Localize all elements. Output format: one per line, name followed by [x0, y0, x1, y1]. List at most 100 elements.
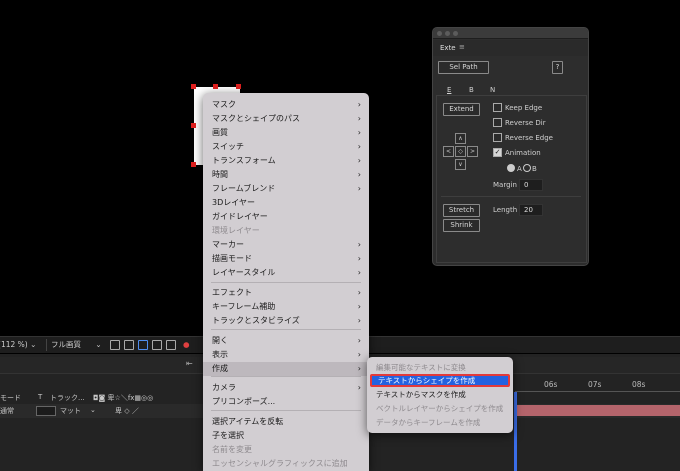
menu-item[interactable]: 開く ›: [203, 334, 369, 348]
resolution-dropdown[interactable]: フル画質 ⌄: [46, 339, 102, 351]
chevron-right-icon: ›: [357, 156, 361, 165]
chevron-down-icon: ⌄: [90, 406, 96, 414]
menu-item-label: 環境レイヤー: [212, 226, 260, 235]
shrink-button[interactable]: Shrink: [443, 219, 480, 232]
tab-n[interactable]: N: [490, 86, 495, 94]
arrow-right-button[interactable]: >: [467, 146, 478, 157]
help-button[interactable]: ?: [552, 61, 563, 74]
menu-item[interactable]: エフェクト ›: [203, 286, 369, 300]
menu-item[interactable]: ガイドレイヤー: [203, 210, 369, 224]
menu-item-label: 画質: [212, 128, 228, 137]
chevron-right-icon: ›: [357, 184, 361, 193]
transform-handle[interactable]: [236, 84, 241, 89]
menu-item[interactable]: レイヤースタイル ›: [203, 266, 369, 280]
mask-visibility-icon[interactable]: [138, 340, 148, 350]
menu-item[interactable]: プリコンポーズ...: [203, 395, 369, 409]
menu-item[interactable]: フレームブレンド ›: [203, 182, 369, 196]
create-submenu: 編集可能なテキストに変換 テキストからシェイプを作成 テキストからマスクを作成 ベクト…: [367, 357, 513, 433]
center-button[interactable]: ◇: [455, 146, 466, 157]
menu-item[interactable]: 選択アイテムを反転: [203, 415, 369, 429]
reverse-edge-checkbox[interactable]: [493, 133, 502, 142]
color-channel-icon[interactable]: ●: [183, 339, 190, 351]
menu-item-label: エフェクト: [212, 288, 252, 297]
length-label: Length: [493, 206, 518, 214]
tick-label: 07s: [588, 380, 602, 389]
arrow-down-button[interactable]: ∨: [455, 159, 466, 170]
menu-separator: [211, 282, 361, 283]
menu-item-label: 描画モード: [212, 254, 252, 263]
reverse-dir-checkbox[interactable]: [493, 118, 502, 127]
arrow-left-button[interactable]: <: [443, 146, 454, 157]
panel-title[interactable]: Exte: [440, 44, 456, 52]
menu-item[interactable]: マスク ›: [203, 98, 369, 112]
transform-handle[interactable]: [191, 84, 196, 89]
menu-item[interactable]: 作成 ›: [203, 362, 369, 376]
menu-separator: [211, 329, 361, 330]
menu-item[interactable]: 画質 ›: [203, 126, 369, 140]
menu-item[interactable]: 表示 ›: [203, 348, 369, 362]
close-dot-icon[interactable]: [437, 31, 442, 36]
menu-item-label: フレームブレンド: [212, 184, 276, 193]
length-input[interactable]: 20: [519, 204, 543, 216]
transparency-grid-icon[interactable]: [124, 340, 134, 350]
playhead[interactable]: [514, 392, 517, 471]
menu-item[interactable]: トラックとスタビライズ ›: [203, 314, 369, 328]
layer-context-menu: マスク › マスクとシェイプのパス › 画質 › スイッチ › トランスフォーム › 時間 › フレーム…: [203, 93, 369, 471]
chevron-right-icon: ›: [357, 336, 361, 345]
sel-path-button[interactable]: Sel Path: [438, 61, 489, 74]
menu-item-label: 開く: [212, 336, 228, 345]
radio-a[interactable]: [507, 164, 515, 172]
layer-mode[interactable]: 通常: [0, 406, 14, 416]
column-mode: モード: [0, 394, 21, 402]
menu-item[interactable]: トランスフォーム ›: [203, 154, 369, 168]
layer-matte[interactable]: マット: [60, 406, 81, 416]
switches-icons[interactable]: ◘◙ 卑☆＼fx▦◎◎: [93, 393, 153, 403]
column-t: T: [38, 393, 43, 401]
panel-tabbar: Exte ≡: [433, 40, 588, 56]
arrow-up-button[interactable]: ∧: [455, 133, 466, 144]
menu-item-label: カメラ: [212, 383, 236, 392]
stretch-button[interactable]: Stretch: [443, 204, 480, 217]
radio-b[interactable]: [523, 164, 531, 172]
margin-input[interactable]: 0: [519, 179, 543, 191]
zoom-dot-icon[interactable]: [453, 31, 458, 36]
menu-item-label: スイッチ: [212, 142, 244, 151]
menu-item[interactable]: スイッチ ›: [203, 140, 369, 154]
transform-handle[interactable]: [191, 123, 196, 128]
submenu-item[interactable]: テキストからシェイプを作成: [370, 374, 510, 387]
menu-item[interactable]: 描画モード ›: [203, 252, 369, 266]
menu-item[interactable]: キーフレーム補助 ›: [203, 300, 369, 314]
minimize-dot-icon[interactable]: [445, 31, 450, 36]
menu-item-label: ガイドレイヤー: [212, 212, 268, 221]
menu-item[interactable]: マスクとシェイプのパス ›: [203, 112, 369, 126]
menu-item[interactable]: 子を選択: [203, 429, 369, 443]
transform-handle[interactable]: [213, 84, 218, 89]
layer-switches[interactable]: 卑 ◇ ／: [115, 406, 139, 416]
tab-e[interactable]: E: [447, 86, 451, 94]
transform-handle[interactable]: [191, 162, 196, 167]
animation-checkbox[interactable]: ✓: [493, 148, 502, 157]
exte-panel: Exte ≡ Sel Path ? E B N Extend Keep Edge…: [432, 27, 589, 266]
menu-item[interactable]: 3Dレイヤー: [203, 196, 369, 210]
chevron-right-icon: ›: [357, 128, 361, 137]
region-of-interest-icon[interactable]: [152, 340, 162, 350]
fast-previews-icon[interactable]: [110, 340, 120, 350]
zoom-dropdown[interactable]: (112 %) ⌄: [0, 339, 36, 351]
submenu-item[interactable]: テキストからマスクを作成: [370, 388, 510, 401]
reverse-dir-label: Reverse Dir: [505, 119, 546, 127]
preserve-transparency-toggle[interactable]: [36, 406, 56, 416]
panel-menu-icon[interactable]: ≡: [459, 43, 465, 51]
grid-guides-icon[interactable]: [166, 340, 176, 350]
extend-button[interactable]: Extend: [443, 103, 480, 116]
menu-item-label: トランスフォーム: [212, 156, 276, 165]
menu-item[interactable]: カメラ ›: [203, 381, 369, 395]
keep-edge-checkbox[interactable]: [493, 103, 502, 112]
menu-item-label: キーフレーム補助: [212, 302, 276, 311]
menu-item-label: 時間: [212, 170, 228, 179]
menu-item[interactable]: 時間 ›: [203, 168, 369, 182]
menu-item[interactable]: マーカー ›: [203, 238, 369, 252]
layer-duration-bar[interactable]: [515, 405, 680, 416]
tab-b[interactable]: B: [469, 86, 474, 94]
timeline-menu-icon[interactable]: ⇤: [186, 359, 193, 368]
panel-titlebar[interactable]: [433, 28, 588, 39]
